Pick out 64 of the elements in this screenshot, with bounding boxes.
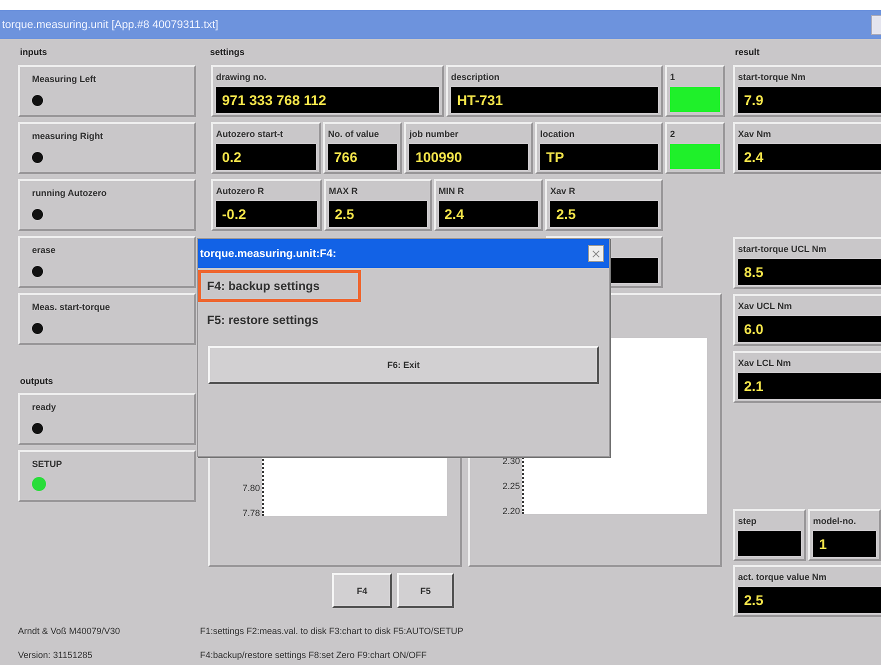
indicator-label: Meas. start-torque bbox=[32, 301, 110, 314]
display-label: start-torque Nm bbox=[738, 71, 807, 84]
value-display: -0.2 bbox=[216, 201, 317, 227]
vendor-text: Arndt & Voß M40079/V30 bbox=[18, 625, 122, 638]
value-display: 7.9 bbox=[738, 87, 881, 113]
value-display: 2.4 bbox=[438, 201, 538, 227]
menu-option[interactable]: F5: restore settings bbox=[198, 304, 328, 336]
value-display: 1 bbox=[813, 531, 876, 557]
section-heading: result bbox=[734, 46, 761, 59]
axis-tick-label: 7.80 bbox=[242, 482, 260, 494]
axis-tick-label: 2.25 bbox=[502, 480, 520, 492]
value-display: HT-731 bbox=[450, 87, 658, 113]
value-display: 2.5 bbox=[738, 587, 881, 613]
display-label: Xav Nm bbox=[738, 128, 772, 141]
function-key-button[interactable]: F4 bbox=[332, 573, 392, 608]
display-label: Xav UCL Nm bbox=[738, 300, 793, 313]
display-label: description bbox=[450, 71, 500, 84]
display-label: MIN R bbox=[438, 185, 466, 198]
section-heading: settings bbox=[209, 46, 246, 59]
value-display: 2.1 bbox=[738, 373, 881, 399]
value-display: 100990 bbox=[409, 144, 528, 170]
display-label: step bbox=[738, 515, 758, 528]
axis-tick-label: 7.78 bbox=[242, 507, 260, 519]
display-label: model-no. bbox=[813, 515, 857, 528]
display-label: act. torque value Nm bbox=[738, 571, 828, 584]
help-text: F4:backup/restore settings F8:set Zero F9:chart ON/OFF bbox=[200, 649, 428, 662]
value-display: 2.5 bbox=[550, 201, 658, 227]
display-label: Xav R bbox=[550, 185, 576, 198]
indicator-label: SETUP bbox=[32, 458, 62, 471]
display-label: Xav LCL Nm bbox=[738, 357, 792, 370]
value-display: 971 333 768 112 bbox=[216, 87, 439, 113]
indicator-label: measuring Right bbox=[32, 130, 104, 143]
value-display: 2.4 bbox=[738, 144, 881, 170]
display-label: No. of value bbox=[328, 128, 380, 141]
value-display: 766 bbox=[328, 144, 398, 170]
display-label: MAX R bbox=[328, 185, 359, 198]
menu-option[interactable]: F4: backup settings bbox=[198, 270, 361, 302]
section-heading: inputs bbox=[19, 46, 48, 59]
axis-tick-label: 2.30 bbox=[502, 455, 520, 467]
version-text: Version: 31151285 bbox=[18, 649, 94, 662]
exit-button[interactable]: F6: Exit bbox=[208, 346, 599, 384]
display-label: drawing no. bbox=[216, 71, 268, 84]
help-text: F1:settings F2:meas.val. to disk F3:chart to disk F5:AUTO/SETUP bbox=[200, 625, 464, 638]
display-label: job number bbox=[409, 128, 460, 141]
value-display: 0.2 bbox=[216, 144, 316, 170]
indicator-label: ready bbox=[32, 401, 56, 414]
display-label: Autozero start-t bbox=[216, 128, 284, 141]
indicator-label: erase bbox=[32, 244, 56, 257]
value-display: 2.5 bbox=[328, 201, 427, 227]
value-display: TP bbox=[540, 144, 658, 170]
section-heading: outputs bbox=[19, 375, 54, 388]
window-title: torque.measuring.unit [App.#8 40079311.txt] bbox=[1, 18, 218, 30]
axis-tick-label: 2.20 bbox=[502, 505, 520, 517]
indicator-label: running Autozero bbox=[32, 187, 107, 200]
display-label: start-torque UCL Nm bbox=[738, 243, 828, 256]
lamp-label: 1 bbox=[670, 71, 676, 84]
dialog-title: torque.measuring.unit:F4: bbox=[200, 248, 336, 260]
function-key-button[interactable]: F5 bbox=[397, 573, 454, 608]
value-display: 6.0 bbox=[738, 316, 881, 342]
indicator-label: Measuring Left bbox=[32, 73, 96, 86]
value-display: 8.5 bbox=[738, 259, 881, 285]
display-label: location bbox=[540, 128, 576, 141]
display-label: Autozero R bbox=[216, 185, 265, 198]
lamp-label: 2 bbox=[670, 128, 676, 141]
